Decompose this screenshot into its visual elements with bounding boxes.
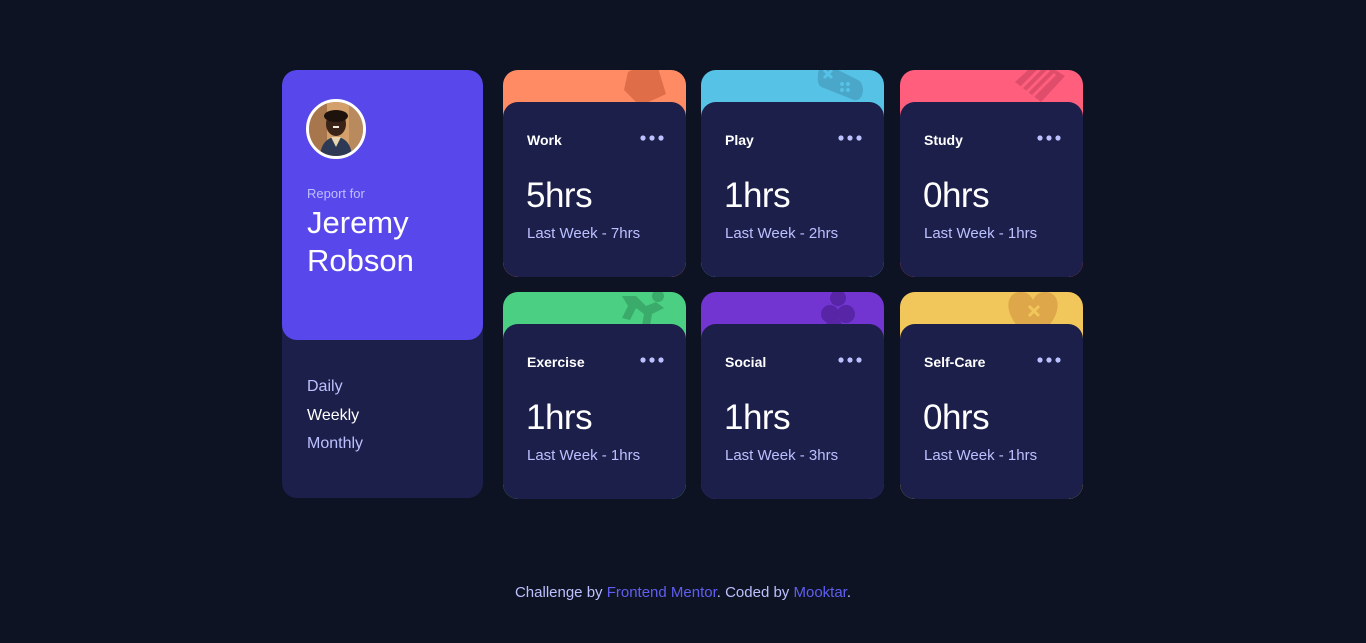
attribution-footer: Challenge by Frontend Mentor. Coded by M…: [0, 584, 1366, 601]
profile-card: Report for Jeremy Robson Daily Weekly Mo…: [282, 70, 483, 498]
card-title: Work: [527, 132, 562, 148]
current-hours: 1hrs: [724, 176, 791, 215]
report-for-label: Report for: [307, 186, 365, 201]
previous-hours: Last Week - 3hrs: [725, 447, 839, 464]
previous-hours: Last Week - 1hrs: [527, 447, 641, 464]
current-hours: 1hrs: [526, 398, 593, 437]
ellipsis-icon[interactable]: [640, 352, 664, 368]
card-title: Study: [924, 132, 963, 148]
previous-hours: Last Week - 2hrs: [725, 225, 839, 242]
author-link[interactable]: Mooktar: [793, 584, 846, 601]
footer-prefix: Challenge by: [514, 584, 607, 601]
current-hours: 1hrs: [724, 398, 791, 437]
current-hours: 0hrs: [923, 398, 990, 437]
previous-hours: Last Week - 1hrs: [924, 225, 1038, 242]
current-hours: 0hrs: [923, 176, 990, 215]
card-body: Social 1hrs Last Week - 3hrs: [701, 324, 884, 499]
card-title: Play: [725, 132, 754, 148]
footer-middle: . Coded by: [716, 584, 794, 601]
time-tracking-dashboard: Report for Jeremy Robson Daily Weekly Mo…: [282, 70, 1083, 499]
ellipsis-icon[interactable]: [1037, 130, 1061, 146]
card-play: Play 1hrs Last Week - 2hrs: [701, 70, 884, 277]
card-title: Social: [725, 354, 767, 370]
period-weekly[interactable]: Weekly: [307, 402, 363, 431]
card-social: Social 1hrs Last Week - 3hrs: [701, 292, 884, 499]
footer-suffix: .: [846, 584, 852, 601]
ellipsis-icon[interactable]: [838, 352, 862, 368]
period-daily[interactable]: Daily: [307, 373, 363, 402]
card-self-care: Self-Care 0hrs Last Week - 1hrs: [900, 292, 1083, 499]
card-body: Exercise 1hrs Last Week - 1hrs: [503, 324, 686, 499]
card-exercise: Exercise 1hrs Last Week - 1hrs: [503, 292, 686, 499]
card-body: Work 5hrs Last Week - 7hrs: [503, 102, 686, 277]
previous-hours: Last Week - 7hrs: [527, 225, 641, 242]
ellipsis-icon[interactable]: [640, 130, 664, 146]
user-name: Jeremy Robson: [307, 205, 414, 278]
card-work: Work 5hrs Last Week - 7hrs: [503, 70, 686, 277]
card-body: Self-Care 0hrs Last Week - 1hrs: [900, 324, 1083, 499]
card-title: Self-Care: [924, 354, 986, 370]
card-body: Study 0hrs Last Week - 1hrs: [900, 102, 1083, 277]
frontend-mentor-link[interactable]: Frontend Mentor: [607, 584, 717, 601]
card-study: Study 0hrs Last Week - 1hrs: [900, 70, 1083, 277]
current-hours: 5hrs: [526, 176, 593, 215]
previous-hours: Last Week - 1hrs: [924, 447, 1038, 464]
card-body: Play 1hrs Last Week - 2hrs: [701, 102, 884, 277]
user-avatar: [306, 99, 366, 159]
ellipsis-icon[interactable]: [1037, 352, 1061, 368]
card-title: Exercise: [527, 354, 585, 370]
period-monthly[interactable]: Monthly: [307, 430, 363, 459]
ellipsis-icon[interactable]: [838, 130, 862, 146]
profile-header: Report for Jeremy Robson: [282, 70, 483, 340]
period-selector: Daily Weekly Monthly: [307, 373, 363, 459]
